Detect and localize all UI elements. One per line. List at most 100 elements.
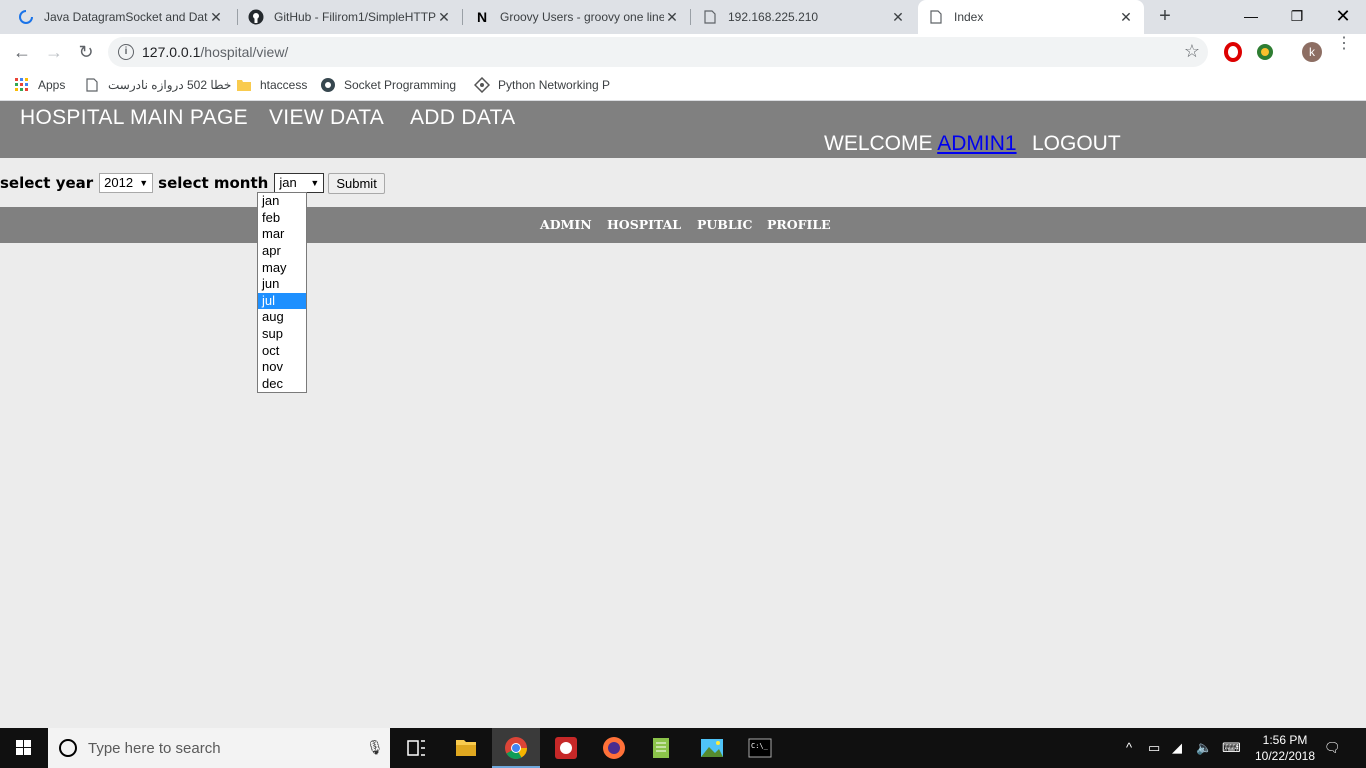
- globe-extension-icon[interactable]: [1255, 42, 1275, 62]
- subnav-admin[interactable]: ADMIN: [540, 217, 592, 232]
- github-icon: [248, 9, 264, 25]
- nav-add-data[interactable]: ADD DATA: [410, 106, 515, 130]
- back-arrow-icon[interactable]: ←: [10, 40, 34, 64]
- subnav-profile[interactable]: PROFILE: [767, 217, 831, 232]
- svg-text:C:\_: C:\_: [751, 742, 769, 750]
- logout-link[interactable]: LOGOUT: [1032, 132, 1121, 156]
- close-tab-icon[interactable]: ✕: [890, 9, 906, 26]
- welcome-message: WELCOME ADMIN1: [824, 132, 1017, 156]
- sub-navigation: ADMIN HOSPITAL PUBLIC PROFILE: [0, 207, 1366, 243]
- year-label: select year: [0, 174, 94, 192]
- bookmark-socket-programming[interactable]: Socket Programming: [320, 76, 456, 94]
- tab-title: GitHub - Filirom1/SimpleHTTP: [274, 10, 436, 24]
- filter-form: select year 2012 ▼ select month jan ▼ Subm…: [0, 172, 385, 194]
- bookmark-star-icon[interactable]: ☆: [1184, 41, 1200, 62]
- volume-icon[interactable]: 🔈: [1196, 740, 1212, 756]
- tab-title: Index: [954, 10, 984, 24]
- close-window-icon[interactable]: ✕: [1320, 0, 1366, 34]
- tab-github[interactable]: GitHub - Filirom1/SimpleHTTP ✕: [238, 0, 462, 34]
- app-red-icon[interactable]: [542, 728, 590, 768]
- clock-time: 1:56 PM: [1262, 733, 1308, 747]
- bookmark-label: Python Networking P: [498, 78, 611, 92]
- month-option[interactable]: aug: [258, 309, 306, 326]
- cortana-icon: [59, 739, 77, 757]
- bookmark-label: خطا 502 دروازه نادرست: [108, 78, 232, 92]
- tab-index[interactable]: Index ✕: [918, 0, 1144, 34]
- bookmark-apps[interactable]: Apps: [14, 76, 65, 94]
- show-hidden-icons-chevron[interactable]: ^: [1126, 740, 1132, 755]
- page-icon: [928, 9, 944, 25]
- action-center-icon[interactable]: 🗨: [1324, 740, 1341, 756]
- taskbar-search-box[interactable]: Type here to search 🎙: [48, 728, 390, 768]
- tab-192-168[interactable]: 192.168.225.210 ✕: [692, 0, 916, 34]
- nav-hospital-main-page[interactable]: HOSPITAL MAIN PAGE: [20, 106, 248, 130]
- battery-icon[interactable]: ▭: [1148, 740, 1160, 756]
- year-select[interactable]: 2012 ▼: [99, 173, 154, 193]
- month-option[interactable]: apr: [258, 243, 306, 260]
- keyboard-icon[interactable]: ⌨: [1222, 740, 1241, 756]
- month-option[interactable]: dec: [258, 376, 306, 393]
- month-select[interactable]: jan ▼: [274, 173, 325, 193]
- profile-avatar[interactable]: k: [1302, 42, 1322, 62]
- page-icon: [702, 9, 718, 25]
- tab-groovy-users[interactable]: N Groovy Users - groovy one line ✕: [464, 0, 690, 34]
- close-tab-icon[interactable]: ✕: [664, 9, 680, 26]
- month-option[interactable]: oct: [258, 343, 306, 360]
- month-option[interactable]: sup: [258, 326, 306, 343]
- clock-date: 10/22/2018: [1254, 749, 1316, 763]
- chrome-menu-icon[interactable]: ⋮: [1336, 36, 1352, 52]
- month-option[interactable]: jan: [258, 193, 306, 210]
- dropdown-arrow-icon: ▼: [139, 178, 149, 188]
- photos-icon[interactable]: [688, 728, 736, 768]
- bookmark-python-networking[interactable]: Python Networking P: [474, 76, 610, 94]
- site-header: HOSPITAL MAIN PAGE VIEW DATA ADD DATA: [0, 101, 1366, 158]
- windows-start-icon[interactable]: [0, 728, 48, 768]
- terminal-icon[interactable]: C:\_: [736, 728, 784, 768]
- submit-button[interactable]: Submit: [328, 172, 385, 194]
- tab-separator: [690, 9, 691, 25]
- welcome-label: WELCOME: [824, 132, 933, 155]
- tab-java-datagram[interactable]: Java DatagramSocket and Data ✕: [8, 0, 234, 34]
- month-option[interactable]: may: [258, 260, 306, 277]
- tab-title: Java DatagramSocket and Data: [44, 10, 208, 24]
- close-tab-icon[interactable]: ✕: [208, 9, 224, 26]
- month-label: select month: [158, 174, 269, 192]
- address-bar[interactable]: i 127.0.0.1/hospital/view/ ☆: [108, 37, 1208, 67]
- bookmarks-bar: Apps خطا 502 دروازه نادرست htaccess Sock…: [0, 70, 1366, 101]
- opera-extension-icon[interactable]: [1223, 42, 1243, 62]
- forward-arrow-icon[interactable]: →: [42, 40, 66, 64]
- close-tab-icon[interactable]: ✕: [436, 9, 452, 26]
- diamond-icon: [474, 77, 490, 93]
- username-link[interactable]: ADMIN1: [937, 132, 1016, 155]
- bookmark-502[interactable]: خطا 502 دروازه نادرست: [84, 76, 231, 94]
- chrome-icon[interactable]: [492, 728, 540, 768]
- search-placeholder: Type here to search: [88, 740, 221, 757]
- month-option[interactable]: feb: [258, 210, 306, 227]
- wifi-icon[interactable]: ◢: [1172, 740, 1182, 756]
- month-option[interactable]: jul: [258, 292, 306, 310]
- info-icon[interactable]: i: [118, 44, 134, 60]
- url-text[interactable]: 127.0.0.1/hospital/view/: [142, 44, 288, 60]
- nav-view-data[interactable]: VIEW DATA: [269, 106, 384, 130]
- firefox-icon[interactable]: [590, 728, 638, 768]
- bookmark-htaccess[interactable]: htaccess: [236, 76, 307, 94]
- bookmark-label: htaccess: [260, 78, 308, 92]
- notepad-icon[interactable]: [638, 728, 686, 768]
- month-option[interactable]: mar: [258, 226, 306, 243]
- minimize-icon[interactable]: —: [1228, 0, 1274, 34]
- month-dropdown-list: jan feb mar apr may jun jul aug sup oct nov dec: [257, 192, 307, 393]
- close-tab-icon[interactable]: ✕: [1118, 9, 1134, 26]
- task-view-icon[interactable]: [392, 728, 440, 768]
- system-clock[interactable]: 1:56 PM 10/22/2018: [1250, 732, 1320, 764]
- subnav-hospital[interactable]: HOSPITAL: [607, 217, 681, 232]
- new-tab-plus-icon[interactable]: +: [1154, 6, 1176, 28]
- subnav-public[interactable]: PUBLIC: [697, 217, 752, 232]
- microphone-icon[interactable]: 🎙: [366, 739, 384, 756]
- apps-grid-icon: [14, 77, 30, 93]
- month-option[interactable]: nov: [258, 359, 306, 376]
- restore-icon[interactable]: ❐: [1274, 0, 1320, 34]
- reload-icon[interactable]: ↻: [74, 40, 98, 64]
- bookmark-label: Apps: [38, 78, 66, 92]
- file-explorer-icon[interactable]: [442, 728, 490, 768]
- month-option[interactable]: jun: [258, 276, 306, 293]
